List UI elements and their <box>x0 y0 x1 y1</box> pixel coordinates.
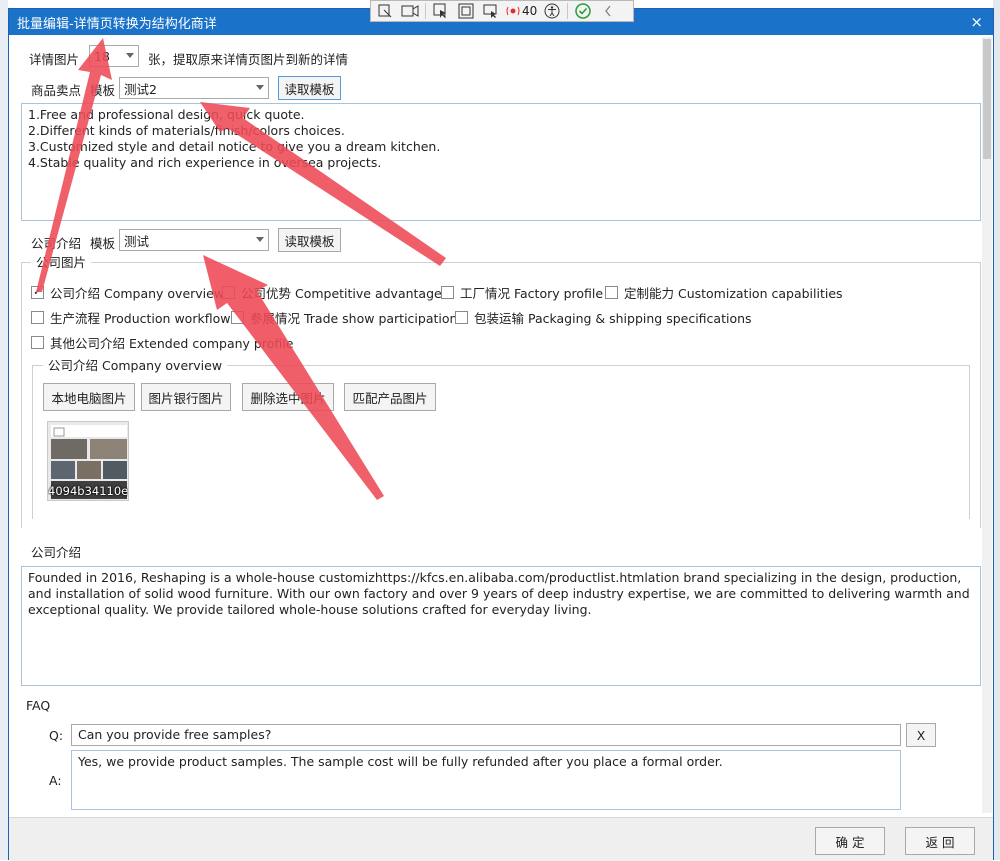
checkbox-label: 参展情况 Trade show participation <box>250 311 458 326</box>
checkbox-icon <box>455 311 468 324</box>
toolbar-separator <box>425 3 426 19</box>
checkbox-trade-show[interactable]: 参展情况 Trade show participation <box>231 308 457 327</box>
faq-answer-label: A: <box>49 773 62 788</box>
vertical-scrollbar[interactable] <box>982 37 992 813</box>
background-window-edge <box>0 0 8 860</box>
checkbox-production-workflow[interactable]: 生产流程 Production workflow <box>31 308 230 327</box>
selling-points-template-select[interactable]: 测试2 <box>119 77 269 99</box>
check-icon[interactable] <box>573 2 593 20</box>
selling-points-label: 商品卖点 <box>31 83 82 98</box>
faq-question-input[interactable]: Can you provide free samples? <box>71 724 901 746</box>
checkbox-factory-profile[interactable]: 工厂情况 Factory profile <box>441 283 603 302</box>
checkbox-label: 其他公司介绍 Extended company profile <box>50 336 294 351</box>
company-overview-legend: 公司介绍 Company overview <box>43 355 228 374</box>
checkbox-label: 包装运输 Packaging & shipping specifications <box>474 311 752 326</box>
checkbox-icon <box>605 286 618 299</box>
edit-frame-icon[interactable] <box>375 2 395 20</box>
thumbnail-caption: 4094b34110e <box>48 484 129 498</box>
background-window-edge-right <box>993 0 1000 860</box>
checkbox-icon <box>441 286 454 299</box>
floating-toolbar: 40 <box>370 0 634 22</box>
confirm-button[interactable]: 确 定 <box>815 827 885 855</box>
company-intro-template-select[interactable]: 测试 <box>119 229 269 251</box>
match-product-image-button[interactable]: 匹配产品图片 <box>344 383 436 411</box>
company-intro-template-value: 测试 <box>124 233 150 249</box>
checkbox-competitive-advantages[interactable]: 公司优势 Competitive advantages <box>222 283 448 302</box>
checkbox-label: 公司优势 Competitive advantages <box>241 286 449 301</box>
accessibility-icon[interactable] <box>542 2 562 20</box>
local-image-button[interactable]: 本地电脑图片 <box>43 383 135 411</box>
dialog-title: 批量编辑-详情页转换为结构化商详 <box>17 16 217 32</box>
read-company-template-button[interactable]: 读取模板 <box>278 228 341 252</box>
chevron-down-icon <box>256 237 264 242</box>
delete-selected-image-button[interactable]: 删除选中图片 <box>242 383 334 411</box>
read-selling-template-button[interactable]: 读取模板 <box>278 76 341 100</box>
chevron-down-icon <box>256 85 264 90</box>
faq-answer-textarea[interactable]: Yes, we provide product samples. The sam… <box>71 750 901 810</box>
company-intro-template-label: 模板 <box>90 236 116 251</box>
close-icon[interactable]: × <box>970 12 983 32</box>
scrollbar-thumb[interactable] <box>983 39 991 159</box>
company-images-legend: 公司图片 <box>31 252 92 271</box>
faq-label: FAQ <box>26 698 51 713</box>
selling-points-template-label: 模板 <box>90 83 116 98</box>
record-count: 40 <box>522 4 538 18</box>
company-image-thumbnail[interactable]: 4094b34110e <box>47 421 129 501</box>
checkbox-icon <box>31 311 44 324</box>
checkbox-customization[interactable]: 定制能力 Customization capabilities <box>605 283 843 302</box>
fullscreen-icon[interactable] <box>456 2 476 20</box>
checkbox-icon <box>31 336 44 349</box>
checkbox-icon <box>231 311 244 324</box>
checkbox-checked-icon: ✓ <box>31 286 44 299</box>
faq-question-label: Q: <box>49 728 64 743</box>
checkbox-label: 工厂情况 Factory profile <box>460 286 604 301</box>
toolbar-separator <box>567 3 569 19</box>
faq-remove-button[interactable]: X <box>906 723 936 747</box>
checkbox-extended-profile[interactable]: 其他公司介绍 Extended company profile <box>31 333 293 352</box>
chevron-down-icon <box>126 53 134 58</box>
checkbox-icon <box>222 286 235 299</box>
record-icon <box>506 6 520 16</box>
checkbox-company-overview[interactable]: ✓ 公司介绍 Company overview <box>31 283 224 302</box>
checkbox-label: 公司介绍 Company overview <box>50 286 225 301</box>
batch-edit-dialog: 批量编辑-详情页转换为结构化商详 × 详情图片 18 张，提取原来详情页图片到新… <box>8 8 994 861</box>
checkbox-label: 定制能力 Customization capabilities <box>624 286 843 301</box>
checkbox-packaging-shipping[interactable]: 包装运输 Packaging & shipping specifications <box>455 308 752 327</box>
detail-images-label: 详情图片 <box>29 52 80 67</box>
chevron-left-icon[interactable] <box>598 2 618 20</box>
video-icon[interactable] <box>400 2 420 20</box>
image-bank-button[interactable]: 图片银行图片 <box>141 383 231 411</box>
record-counter[interactable]: 40 <box>506 4 537 18</box>
selling-points-template-value: 测试2 <box>124 81 157 97</box>
company-intro-label: 公司介绍 <box>31 236 82 251</box>
dialog-footer: 确 定 返 回 <box>9 817 993 861</box>
checkbox-label: 生产流程 Production workflow <box>50 311 231 326</box>
back-button[interactable]: 返 回 <box>905 827 975 855</box>
selling-points-textarea[interactable]: 1.Free and professional design, quick qu… <box>21 103 981 221</box>
detail-images-hint: 张，提取原来详情页图片到新的详情 <box>148 52 349 67</box>
detail-images-count-value: 18 <box>94 48 110 64</box>
company-text-textarea[interactable]: Founded in 2016, Reshaping is a whole-ho… <box>21 566 981 686</box>
select-cursor-icon[interactable] <box>431 2 451 20</box>
window-cursor-icon[interactable] <box>481 2 501 20</box>
company-text-label: 公司介绍 <box>31 545 82 560</box>
detail-images-count-select[interactable]: 18 <box>89 45 139 67</box>
